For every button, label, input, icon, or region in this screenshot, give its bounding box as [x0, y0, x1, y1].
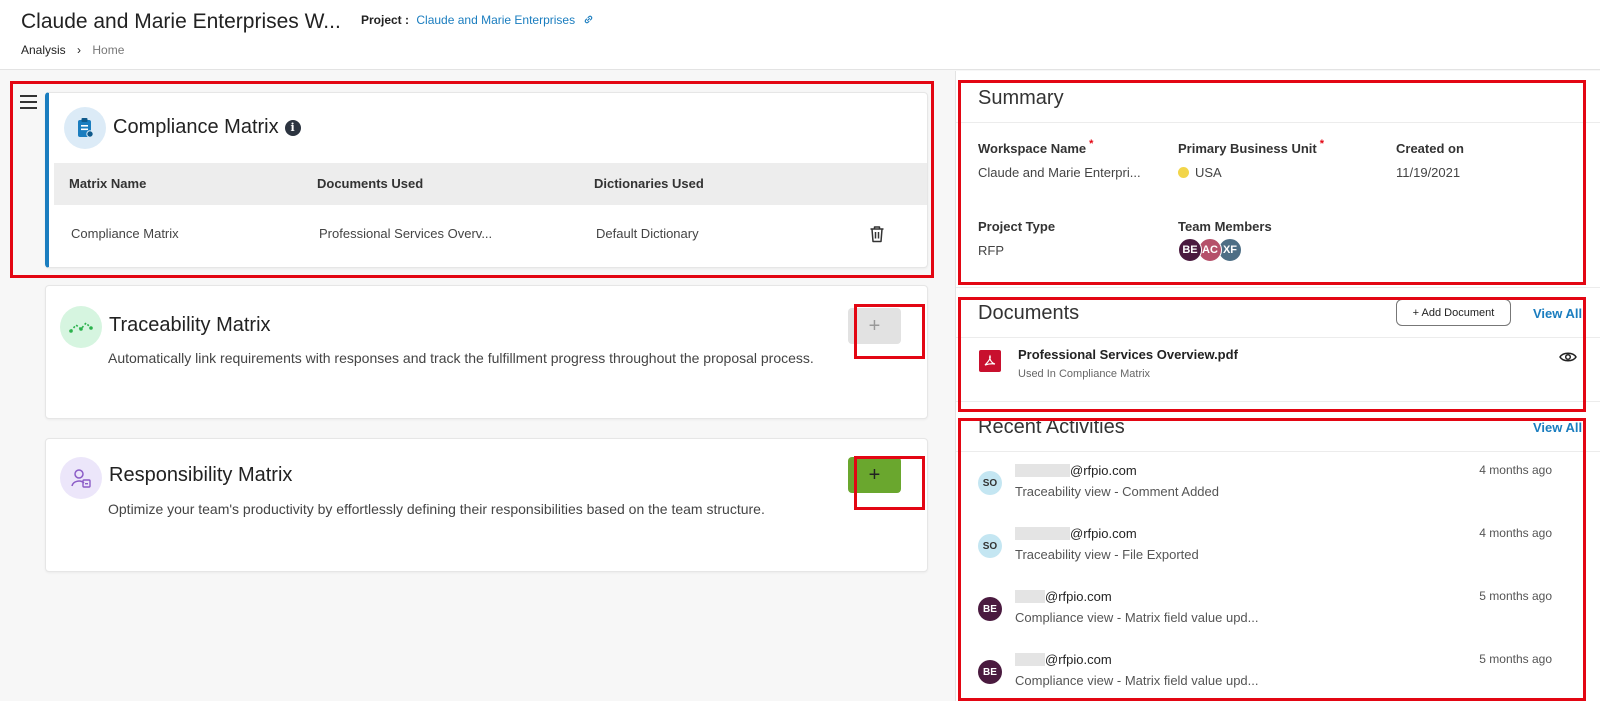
add-responsibility-matrix-button[interactable]: +	[848, 457, 901, 493]
avatar: SO	[978, 534, 1002, 558]
status-dot-icon	[1178, 167, 1189, 178]
activities-divider	[956, 451, 1600, 452]
avatar: BE	[978, 597, 1002, 621]
avatar[interactable]: BE	[1178, 238, 1202, 262]
summary-title: Summary	[978, 87, 1064, 109]
activity-email: @rfpio.com	[1015, 589, 1112, 604]
business-unit-value: USA	[1178, 165, 1222, 180]
trend-line-icon	[60, 306, 102, 348]
matrix-name-cell: Compliance Matrix	[71, 226, 179, 241]
eye-icon[interactable]	[1559, 351, 1577, 363]
section-divider	[956, 287, 1600, 288]
workspace-name-label: Workspace Name *	[978, 138, 1094, 156]
page-header: Claude and Marie Enterprises W... Projec…	[0, 0, 1600, 70]
documents-divider	[956, 337, 1600, 338]
recent-activities-title: Recent Activities	[978, 416, 1125, 438]
activity-description: Compliance view - Matrix field value upd…	[1015, 610, 1259, 625]
activity-email: @rfpio.com	[1015, 652, 1112, 667]
project-label: Project :	[361, 13, 410, 27]
activity-time: 4 months ago	[1479, 463, 1552, 477]
section-divider	[956, 401, 1600, 402]
clipboard-icon	[64, 107, 106, 149]
compliance-matrix-title: Compliance Matrix i	[113, 116, 301, 139]
traceability-matrix-title: Traceability Matrix	[109, 314, 271, 336]
documents-used-cell: Professional Services Overv...	[319, 226, 493, 241]
team-members-label: Team Members	[1178, 219, 1272, 234]
responsibility-matrix-card: Responsibility Matrix Optimize your team…	[45, 438, 928, 572]
link-icon[interactable]	[583, 14, 594, 25]
responsibility-matrix-description: Optimize your team's productivity by eff…	[108, 501, 765, 517]
activity-description: Compliance view - Matrix field value upd…	[1015, 673, 1259, 688]
workspace-name-value: Claude and Marie Enterpri...	[978, 165, 1141, 180]
dictionaries-used-cell: Default Dictionary	[596, 226, 699, 241]
traceability-matrix-card: Traceability Matrix Automatically link r…	[45, 285, 928, 419]
documents-title: Documents	[978, 302, 1080, 324]
breadcrumb-home: Home	[92, 43, 125, 57]
table-row[interactable]: Compliance Matrix Professional Services …	[54, 205, 927, 263]
project-type-value: RFP	[978, 243, 1004, 258]
documents-view-all-link[interactable]: View All	[1533, 306, 1582, 321]
user-assignment-icon	[60, 457, 102, 499]
responsibility-matrix-title: Responsibility Matrix	[109, 464, 293, 486]
business-unit-label: Primary Business Unit *	[1178, 138, 1324, 156]
activity-time: 5 months ago	[1479, 589, 1552, 603]
redacted-text	[1015, 653, 1045, 666]
redacted-text	[1015, 527, 1070, 540]
redacted-text	[1015, 590, 1045, 603]
breadcrumb: Analysis › Home	[21, 43, 124, 57]
add-traceability-matrix-button[interactable]: +	[848, 308, 901, 344]
activities-view-all-link[interactable]: View All	[1533, 420, 1582, 435]
project-info: Project : Claude and Marie Enterprises	[361, 13, 594, 27]
column-documents-used: Documents Used	[317, 176, 424, 191]
activity-email: @rfpio.com	[1015, 463, 1137, 478]
compliance-matrix-title-text: Compliance Matrix	[113, 116, 279, 138]
breadcrumb-analysis[interactable]: Analysis	[21, 43, 66, 57]
pdf-file-icon	[979, 350, 1001, 372]
add-document-button[interactable]: + Add Document	[1396, 299, 1511, 326]
column-dictionaries-used: Dictionaries Used	[594, 176, 704, 191]
created-on-label: Created on	[1396, 141, 1464, 156]
created-on-value: 11/19/2021	[1396, 165, 1461, 180]
project-link[interactable]: Claude and Marie Enterprises	[416, 13, 575, 27]
menu-icon[interactable]	[20, 95, 37, 109]
right-panel: Summary Workspace Name * Claude and Marie…	[955, 71, 1600, 701]
column-matrix-name: Matrix Name	[69, 176, 147, 191]
chevron-right-icon: ›	[77, 43, 82, 57]
avatar: BE	[978, 660, 1002, 684]
workspace-title: Claude and Marie Enterprises W...	[21, 10, 341, 33]
activity-description: Traceability view - Comment Added	[1015, 484, 1219, 499]
activity-email: @rfpio.com	[1015, 526, 1137, 541]
project-type-label: Project Type	[978, 219, 1056, 234]
activity-description: Traceability view - File Exported	[1015, 547, 1199, 562]
activity-time: 5 months ago	[1479, 652, 1552, 666]
matrix-table-header: Matrix Name Documents Used Dictionaries …	[54, 163, 927, 205]
document-name[interactable]: Professional Services Overview.pdf	[1018, 347, 1238, 362]
redacted-text	[1015, 464, 1070, 477]
trash-icon[interactable]	[869, 225, 885, 243]
traceability-matrix-description: Automatically link requirements with res…	[108, 350, 814, 366]
activity-time: 4 months ago	[1479, 526, 1552, 540]
avatar: SO	[978, 471, 1002, 495]
summary-divider	[956, 122, 1600, 123]
info-icon[interactable]: i	[284, 120, 301, 136]
compliance-matrix-card: Compliance Matrix i Matrix Name Documents…	[45, 92, 928, 268]
document-usage: Used In Compliance Matrix	[1018, 368, 1151, 380]
